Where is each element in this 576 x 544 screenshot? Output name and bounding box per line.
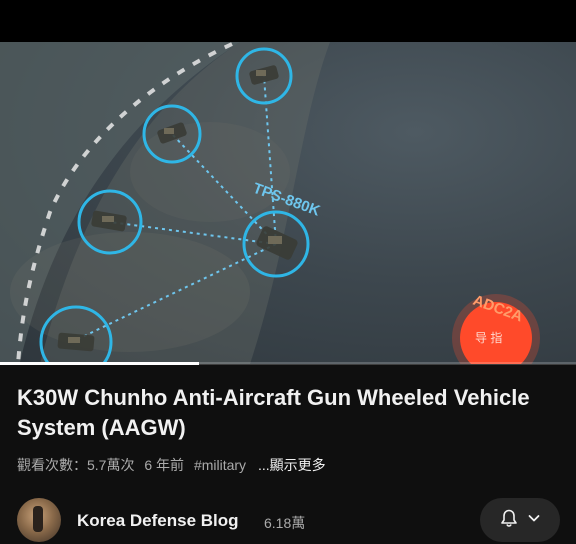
channel-name[interactable]: Korea Defense Blog (77, 511, 239, 531)
video-player[interactable]: 导 指 ADC2A TPS-880K (0, 42, 576, 364)
channel-row: Korea Defense Blog 6.18萬 (17, 498, 562, 544)
show-more-link[interactable]: ...顯示更多 (258, 457, 326, 473)
progress-bar[interactable] (0, 362, 576, 365)
notification-button[interactable] (480, 498, 560, 542)
video-metadata[interactable]: 觀看次數：5.7萬次 6 年前 #military ...顯示更多 (17, 455, 332, 475)
progress-bar-fill (0, 362, 199, 365)
subscriber-count: 6.18萬 (264, 515, 306, 531)
bell-icon (499, 508, 519, 533)
command-sub-label: 导 指 (475, 330, 502, 345)
view-count: 觀看次數：5.7萬次 (17, 457, 135, 473)
video-title: K30W Chunho Anti-Aircraft Gun Wheeled Ve… (17, 385, 530, 440)
top-bar (0, 0, 576, 42)
upload-age: 6 年前 (144, 457, 185, 473)
video-frame: 导 指 ADC2A TPS-880K (0, 42, 540, 364)
chevron-down-icon (527, 511, 541, 530)
channel-avatar[interactable] (17, 498, 61, 542)
hashtag-link[interactable]: #military (194, 457, 246, 473)
